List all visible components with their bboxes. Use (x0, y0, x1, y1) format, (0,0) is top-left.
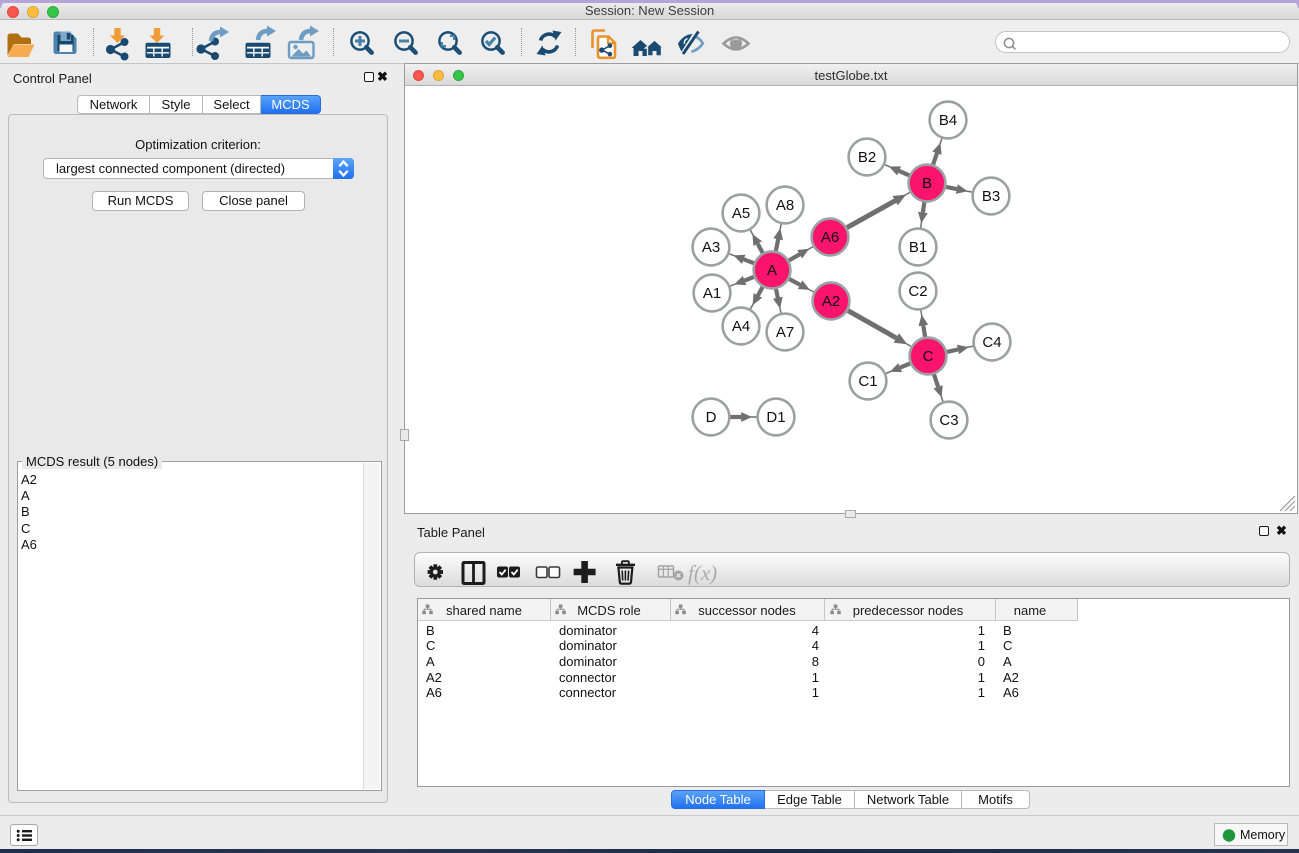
svg-text:C2: C2 (908, 283, 927, 300)
svg-text:A2: A2 (822, 293, 840, 310)
svg-text:D1: D1 (766, 409, 785, 426)
svg-text:B: B (922, 175, 932, 192)
svg-text:C1: C1 (858, 373, 877, 390)
svg-text:A1: A1 (703, 285, 721, 302)
svg-text:C4: C4 (982, 334, 1001, 351)
svg-text:A3: A3 (702, 239, 720, 256)
svg-text:A7: A7 (776, 324, 794, 341)
svg-text:B1: B1 (909, 239, 927, 256)
svg-text:B2: B2 (858, 149, 876, 166)
svg-text:C3: C3 (939, 412, 958, 429)
svg-text:B3: B3 (982, 188, 1000, 205)
svg-text:C: C (923, 348, 934, 365)
svg-text:B4: B4 (939, 112, 957, 129)
svg-text:A5: A5 (732, 205, 750, 222)
svg-text:A4: A4 (732, 318, 750, 335)
svg-text:D: D (706, 409, 717, 426)
svg-text:A6: A6 (821, 229, 839, 246)
svg-text:A: A (767, 262, 777, 279)
svg-text:f(x): f(x) (688, 561, 717, 585)
svg-text:A8: A8 (776, 197, 794, 214)
